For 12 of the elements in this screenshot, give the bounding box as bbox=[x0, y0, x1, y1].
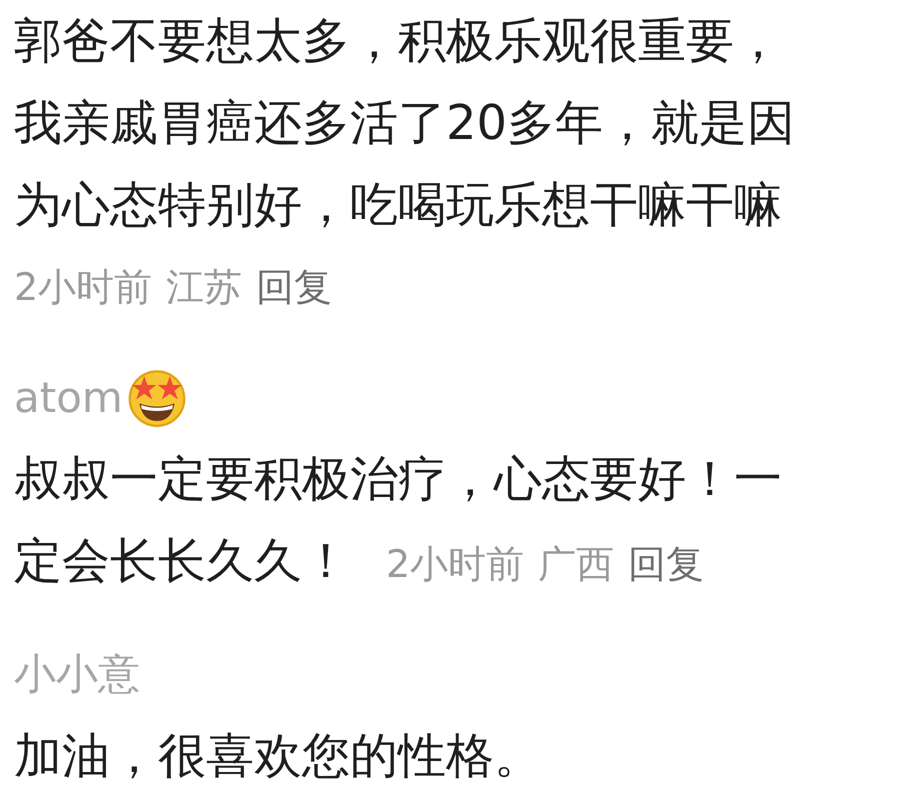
comment-time: 2小时前 bbox=[14, 265, 152, 309]
comment-text: 叔叔一定要积极治疗，心态要好！一 bbox=[14, 450, 782, 509]
comment-text: 为心态特别好，吃喝玩乐想干嘛干嘛 bbox=[14, 176, 782, 235]
comment-location: 广西 bbox=[538, 542, 614, 586]
comment-text: 郭爸不要想太多，积极乐观很重要， bbox=[14, 12, 782, 71]
comment-text: 加油，很喜欢您的性格。 bbox=[14, 727, 542, 786]
reply-link[interactable]: 回复 bbox=[628, 542, 704, 586]
comment-text: 我亲戚胃癌还多活了20多年，就是因 bbox=[14, 94, 796, 153]
reply-link[interactable]: 回复 bbox=[256, 265, 332, 309]
comment-location: 江苏 bbox=[166, 265, 242, 309]
comment-text: 定会长长久久！ bbox=[14, 532, 350, 591]
comment-time: 2小时前 bbox=[386, 542, 524, 586]
